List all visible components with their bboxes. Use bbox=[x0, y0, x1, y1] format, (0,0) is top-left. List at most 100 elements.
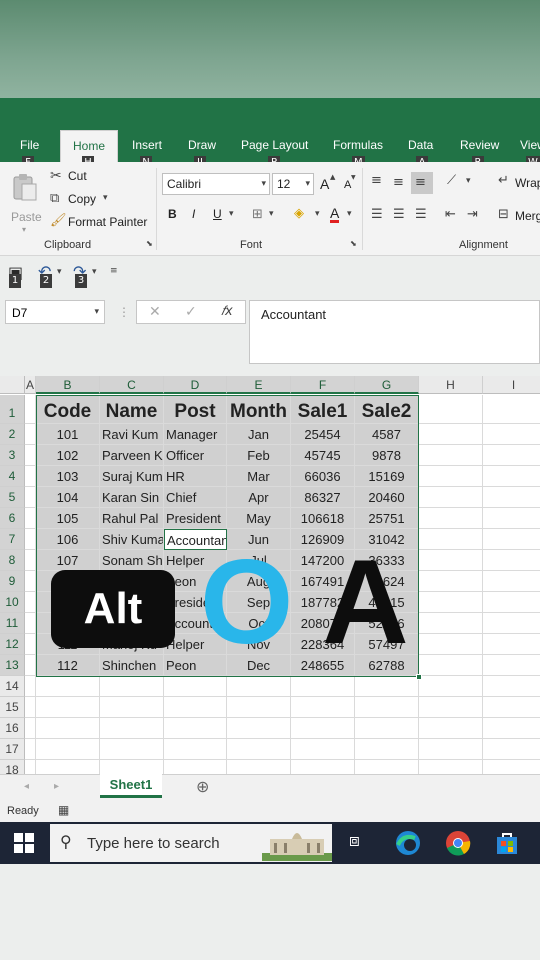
row-header[interactable]: 5 bbox=[0, 487, 25, 508]
cell[interactable]: 66036 bbox=[291, 466, 355, 487]
cell[interactable] bbox=[25, 760, 36, 774]
tab-data[interactable]: Data bbox=[408, 138, 433, 152]
scroll-right-icon[interactable]: ▸ bbox=[54, 782, 59, 792]
cell[interactable]: Nov bbox=[227, 634, 291, 655]
cell[interactable] bbox=[419, 655, 483, 676]
cell[interactable] bbox=[419, 760, 483, 774]
cell[interactable] bbox=[25, 508, 36, 529]
tab-page-layout[interactable]: Page Layout bbox=[241, 138, 308, 152]
cell[interactable]: 147200 bbox=[291, 550, 355, 571]
cell[interactable] bbox=[419, 739, 483, 760]
formula-input[interactable]: Accountant bbox=[249, 300, 540, 364]
row-header[interactable]: 17 bbox=[0, 739, 25, 760]
cell[interactable]: Dec bbox=[227, 655, 291, 676]
underline-dropdown-icon[interactable]: ▾ bbox=[229, 210, 234, 219]
cell[interactable] bbox=[25, 655, 36, 676]
row-header[interactable]: 1 bbox=[0, 395, 25, 424]
bold-button[interactable]: B bbox=[168, 207, 177, 221]
store-icon[interactable] bbox=[494, 830, 520, 856]
row-header[interactable]: 18 bbox=[0, 760, 25, 774]
header-cell[interactable]: Sale2 bbox=[355, 395, 419, 424]
cell[interactable] bbox=[25, 445, 36, 466]
row-header[interactable]: 8 bbox=[0, 550, 25, 571]
cell[interactable]: 105 bbox=[36, 508, 100, 529]
borders-dropdown-icon[interactable]: ▾ bbox=[269, 210, 274, 219]
cell[interactable]: Oct bbox=[227, 613, 291, 634]
cell[interactable] bbox=[164, 760, 227, 774]
cell[interactable]: 109 bbox=[36, 592, 100, 613]
cell[interactable] bbox=[25, 550, 36, 571]
cell[interactable]: Feb bbox=[227, 445, 291, 466]
cell[interactable] bbox=[100, 697, 164, 718]
align-bottom-icon[interactable]: ≡ bbox=[411, 172, 433, 194]
cell[interactable] bbox=[419, 529, 483, 550]
decrease-indent-icon[interactable]: ⇤ bbox=[445, 208, 456, 221]
header-cell[interactable]: Month bbox=[227, 395, 291, 424]
tab-draw[interactable]: Draw bbox=[188, 138, 216, 152]
tab-review[interactable]: Review bbox=[460, 138, 499, 152]
cell[interactable]: Accountant bbox=[164, 613, 227, 634]
wrap-text-button[interactable]: Wrap bbox=[515, 176, 540, 190]
cell[interactable]: President bbox=[164, 592, 227, 613]
header-cell[interactable]: Code bbox=[36, 395, 100, 424]
scroll-left-icon[interactable]: ◂ bbox=[24, 782, 29, 792]
name-box[interactable]: D7 ▾ bbox=[5, 300, 105, 324]
cell[interactable] bbox=[25, 395, 36, 424]
orientation-icon[interactable]: ⟋ bbox=[447, 174, 456, 187]
task-view-icon[interactable]: ⧈ bbox=[349, 833, 360, 850]
cell[interactable] bbox=[419, 445, 483, 466]
cell[interactable]: 9878 bbox=[355, 445, 419, 466]
cell[interactable]: Mar bbox=[227, 466, 291, 487]
cell[interactable] bbox=[483, 634, 540, 655]
cell[interactable] bbox=[291, 697, 355, 718]
cell[interactable] bbox=[100, 718, 164, 739]
cell[interactable]: Jan bbox=[227, 424, 291, 445]
cell[interactable]: Sonam Sh bbox=[100, 550, 164, 571]
row-header[interactable]: 10 bbox=[0, 592, 25, 613]
cell[interactable] bbox=[36, 718, 100, 739]
cell[interactable] bbox=[355, 718, 419, 739]
cell[interactable]: 208073 bbox=[291, 613, 355, 634]
cell[interactable]: Shiv Kuma bbox=[100, 529, 164, 550]
cell[interactable] bbox=[483, 529, 540, 550]
cell[interactable] bbox=[291, 760, 355, 774]
cell[interactable]: 110 bbox=[36, 613, 100, 634]
cell[interactable]: 106618 bbox=[291, 508, 355, 529]
cell[interactable] bbox=[483, 739, 540, 760]
cell[interactable] bbox=[483, 487, 540, 508]
cell[interactable] bbox=[100, 613, 164, 634]
cell[interactable] bbox=[36, 739, 100, 760]
italic-button[interactable]: I bbox=[192, 207, 195, 221]
cell[interactable] bbox=[483, 424, 540, 445]
cell[interactable] bbox=[227, 697, 291, 718]
cell[interactable] bbox=[164, 697, 227, 718]
column-header[interactable]: H bbox=[419, 376, 483, 394]
cell[interactable] bbox=[291, 718, 355, 739]
cell[interactable] bbox=[419, 697, 483, 718]
cell[interactable]: 103 bbox=[36, 466, 100, 487]
cell[interactable] bbox=[100, 760, 164, 774]
cell[interactable] bbox=[483, 571, 540, 592]
cell[interactable]: 86327 bbox=[291, 487, 355, 508]
cell[interactable]: Manager bbox=[164, 424, 227, 445]
cell[interactable]: 36333 bbox=[355, 550, 419, 571]
header-cell[interactable]: Post bbox=[164, 395, 227, 424]
increase-indent-icon[interactable]: ⇥ bbox=[467, 208, 478, 221]
cell[interactable] bbox=[25, 697, 36, 718]
cell[interactable]: May bbox=[227, 508, 291, 529]
cell[interactable]: 25751 bbox=[355, 508, 419, 529]
cell[interactable] bbox=[25, 571, 36, 592]
cell[interactable]: 20460 bbox=[355, 487, 419, 508]
row-header[interactable]: 16 bbox=[0, 718, 25, 739]
cell[interactable]: Ravi Kum bbox=[100, 424, 164, 445]
spreadsheet-grid[interactable]: ABCDEFGHI 1 2 3 4 5 6 7 8 9 10 11 12 13 14 15 16 17 18 Co… bbox=[0, 376, 540, 774]
cell[interactable]: Apr bbox=[227, 487, 291, 508]
cell[interactable] bbox=[227, 739, 291, 760]
cell[interactable] bbox=[483, 445, 540, 466]
cell[interactable]: 187782 bbox=[291, 592, 355, 613]
windows-start-icon[interactable] bbox=[14, 833, 34, 853]
fill-color-dropdown-icon[interactable]: ▾ bbox=[315, 210, 320, 219]
select-all-corner[interactable] bbox=[0, 376, 25, 394]
cell[interactable]: 102 bbox=[36, 445, 100, 466]
cell[interactable] bbox=[25, 676, 36, 697]
